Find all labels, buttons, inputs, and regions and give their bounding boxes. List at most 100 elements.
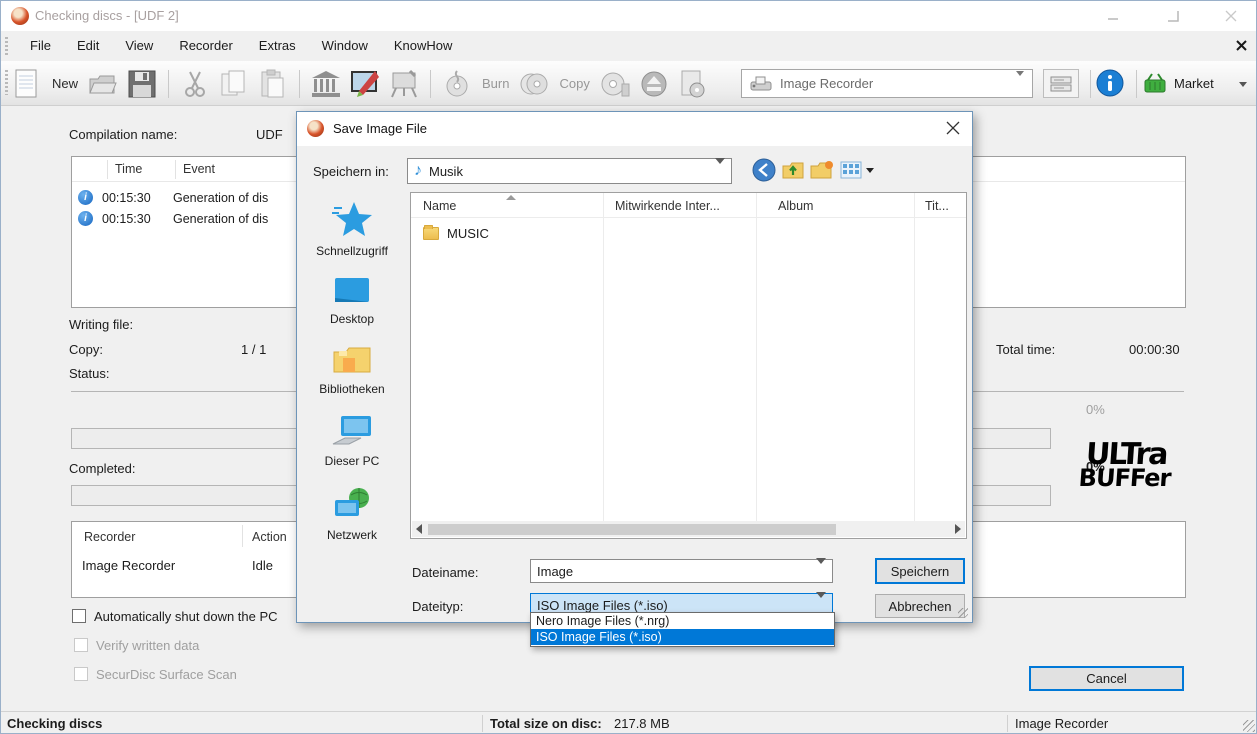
new-folder-button[interactable] [810, 159, 834, 181]
nero-dialog-icon [307, 120, 324, 137]
minimize-button[interactable] [1096, 1, 1130, 31]
action-column[interactable]: Action [252, 530, 287, 544]
sidebar-item-quick-access[interactable]: Schnellzugriff [300, 200, 405, 258]
filetype-option-iso[interactable]: ISO Image Files (*.iso) [531, 629, 834, 645]
column-separator [603, 193, 604, 522]
save-in-value: Musik [429, 164, 463, 179]
progress1-percent: 0% [1086, 402, 1105, 417]
column-artists[interactable]: Mitwirkende Inter... [615, 199, 720, 213]
info-button[interactable] [1095, 68, 1125, 98]
column-album[interactable]: Album [778, 199, 813, 213]
verify-checkbox-label: Verify written data [96, 638, 199, 653]
securdisc-checkbox-label: SecurDisc Surface Scan [96, 667, 237, 682]
verify-checkbox [74, 638, 88, 652]
document-close-icon[interactable] [1236, 40, 1248, 55]
save-button[interactable]: Speichern [875, 558, 965, 584]
log-row: i 00:15:30 Generation of dis [78, 190, 268, 205]
window-title: Checking discs - [UDF 2] [35, 1, 179, 31]
recorder-device-icon [750, 76, 772, 92]
sidebar-item-this-pc[interactable]: Dieser PC [300, 414, 405, 468]
disc-size-value: 217.8 MB [614, 716, 670, 731]
disc-info-icon[interactable] [599, 67, 631, 101]
shutdown-checkbox[interactable] [72, 609, 86, 623]
copy-button-label[interactable]: Copy [559, 76, 589, 91]
copy-disc-icon[interactable] [518, 67, 550, 101]
menu-edit[interactable]: Edit [64, 31, 112, 61]
filename-label: Dateiname: [412, 565, 478, 580]
securdisc-checkbox [74, 667, 88, 681]
back-button[interactable] [752, 158, 776, 182]
open-icon[interactable] [87, 67, 119, 101]
column-name[interactable]: Name [423, 199, 456, 213]
filetype-label: Dateityp: [412, 599, 463, 614]
recorder-column[interactable]: Recorder [84, 530, 135, 544]
menu-recorder[interactable]: Recorder [166, 31, 245, 61]
log-column-time[interactable]: Time [115, 162, 142, 176]
drive-list-button[interactable] [1043, 69, 1079, 98]
horizontal-scrollbar[interactable] [412, 521, 965, 537]
quick-access-star-icon [332, 200, 372, 238]
file-name: MUSIC [447, 226, 489, 241]
view-menu-button[interactable] [840, 159, 874, 181]
toolbar-separator [430, 70, 431, 98]
dialog-resize-grip[interactable] [958, 608, 968, 618]
toolbar-grip[interactable] [5, 70, 8, 95]
recorder-row-name: Image Recorder [82, 558, 175, 573]
menu-window[interactable]: Window [309, 31, 381, 61]
sidebar-item-network[interactable]: Netzwerk [300, 486, 405, 542]
menubar-grip[interactable] [5, 37, 8, 55]
scrollbar-thumb[interactable] [428, 524, 836, 535]
disc-folder-icon[interactable] [677, 67, 709, 101]
menu-view[interactable]: View [112, 31, 166, 61]
new-compilation-icon[interactable] [11, 67, 43, 101]
save-in-select[interactable]: ♪ Musik [407, 158, 732, 184]
cover-designer-icon[interactable] [349, 67, 381, 101]
folder-icon [423, 227, 439, 240]
dialog-close-icon[interactable] [946, 121, 960, 138]
music-note-icon: ♪ [414, 162, 422, 180]
copy-doc-icon[interactable] [218, 67, 250, 101]
file-list-item-music[interactable]: MUSIC [423, 226, 489, 241]
statusbar-task: Checking discs [7, 716, 102, 731]
library-icon[interactable] [310, 67, 342, 101]
column-title[interactable]: Tit... [925, 199, 949, 213]
easel-icon[interactable] [388, 67, 420, 101]
toolbar-overflow-icon[interactable] [1239, 87, 1247, 102]
total-time-label: Total time: [996, 342, 1055, 357]
sidebar-item-libraries[interactable]: Bibliotheken [300, 344, 405, 396]
log-column-event[interactable]: Event [183, 162, 215, 176]
market-button[interactable]: Market [1143, 67, 1243, 99]
up-one-level-button[interactable] [782, 159, 804, 181]
burn-button-label[interactable]: Burn [482, 76, 509, 91]
close-button[interactable] [1214, 1, 1248, 31]
shutdown-checkbox-label[interactable]: Automatically shut down the PC [94, 609, 278, 624]
recorder-select[interactable]: Image Recorder [741, 69, 1033, 98]
filename-input[interactable]: Image [530, 559, 833, 583]
filetype-option-nrg[interactable]: Nero Image Files (*.nrg) [531, 613, 834, 629]
new-button-label[interactable]: New [52, 76, 78, 91]
cut-icon[interactable] [179, 67, 211, 101]
this-pc-icon [331, 414, 373, 448]
file-list-header: Name Mitwirkende Inter... Album Tit... [411, 193, 966, 218]
scroll-left-icon[interactable] [416, 524, 422, 534]
save-icon[interactable] [126, 67, 158, 101]
dialog-title: Save Image File [333, 112, 427, 146]
dialog-cancel-button[interactable]: Abbrechen [875, 594, 965, 618]
toolbar-separator [168, 70, 169, 98]
filetype-value: ISO Image Files (*.iso) [537, 598, 668, 613]
compilation-name-label: Compilation name: [69, 127, 177, 142]
recorder-select-value: Image Recorder [780, 76, 873, 91]
total-time-value: 00:00:30 [1129, 342, 1180, 357]
menu-file[interactable]: File [17, 31, 64, 61]
menu-knowhow[interactable]: KnowHow [381, 31, 466, 61]
recorder-row-action: Idle [252, 558, 273, 573]
window-resize-grip[interactable] [1243, 720, 1255, 732]
eject-icon[interactable] [638, 67, 670, 101]
scroll-right-icon[interactable] [955, 524, 961, 534]
maximize-button[interactable] [1156, 1, 1190, 31]
burn-icon[interactable] [441, 67, 473, 101]
sidebar-item-desktop[interactable]: Desktop [300, 276, 405, 326]
menu-extras[interactable]: Extras [246, 31, 309, 61]
paste-icon[interactable] [257, 67, 289, 101]
cancel-button[interactable]: Cancel [1029, 666, 1184, 691]
